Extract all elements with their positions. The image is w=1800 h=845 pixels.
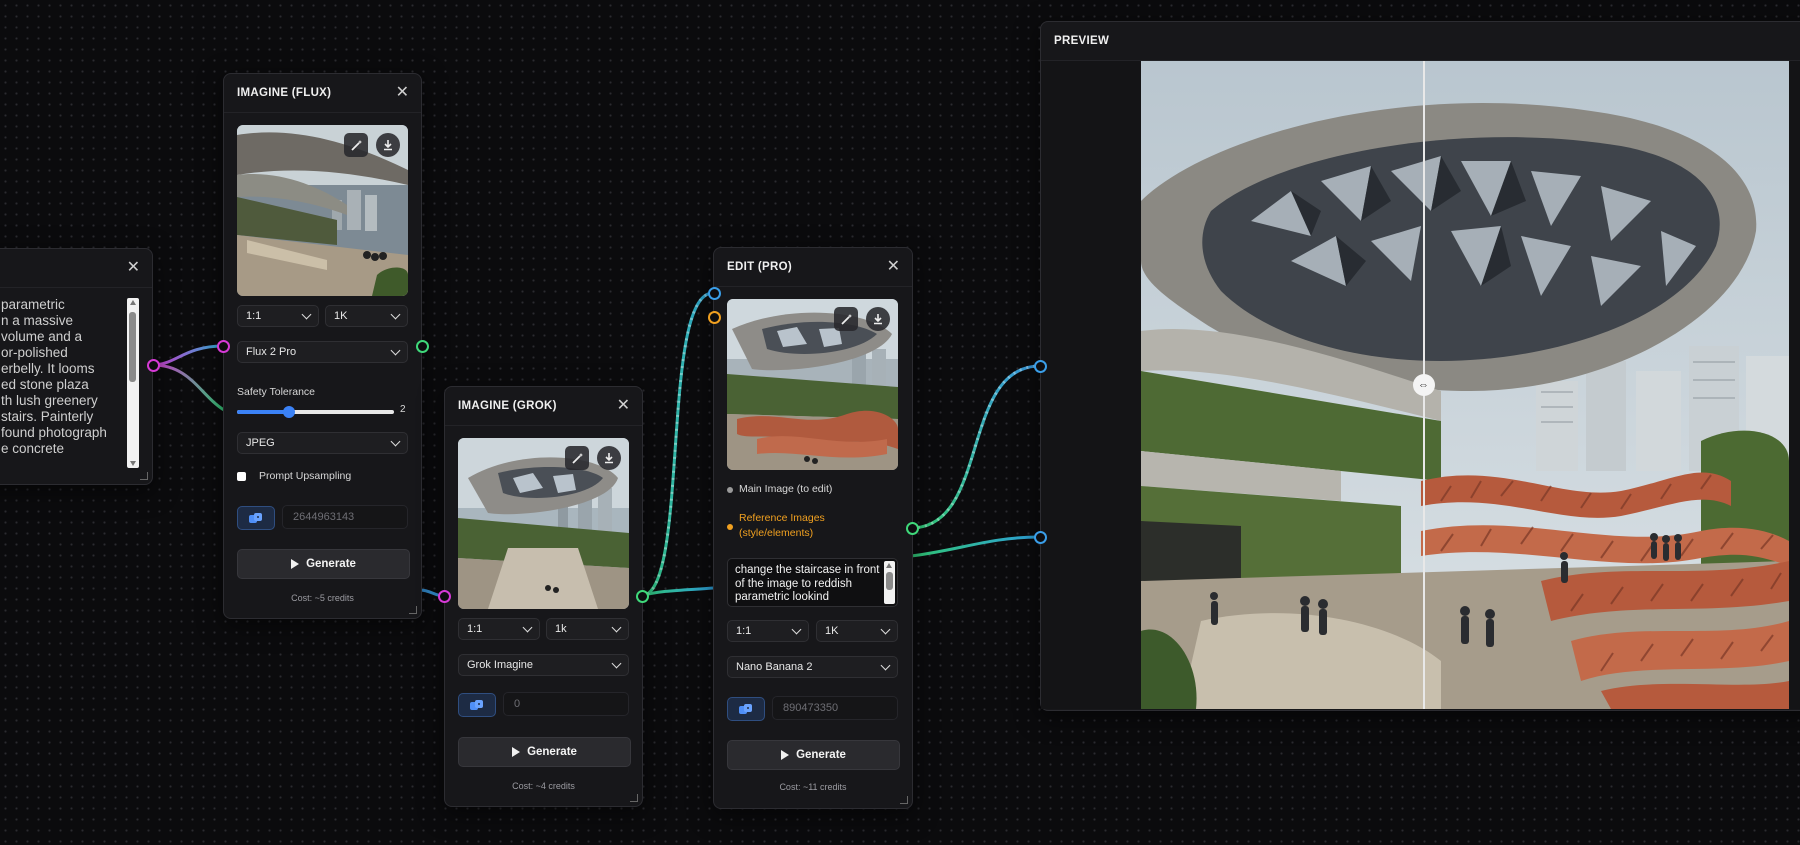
close-icon[interactable]: ✕ xyxy=(396,85,409,101)
resize-handle[interactable] xyxy=(900,796,908,804)
wire-edit-to-preview-a xyxy=(910,364,1041,530)
reference-images-label: Reference Images (style/elements) xyxy=(739,512,825,539)
resolution-select[interactable]: 1K xyxy=(325,305,408,327)
imagine-grok-node: IMAGINE (GROK) ✕ 1:1 1k Grok Imagine 0 G… xyxy=(444,386,643,807)
aspect-ratio-select[interactable]: 1:1 xyxy=(727,620,809,642)
seed-input[interactable]: 890473350 xyxy=(772,696,898,720)
node-title: IMAGINE (GROK) xyxy=(458,400,557,412)
chevron-down-icon xyxy=(880,624,891,635)
play-icon xyxy=(512,747,521,757)
wire-edit-to-preview-b xyxy=(910,535,1041,558)
model-select[interactable]: Grok Imagine xyxy=(458,654,629,676)
magic-wand-icon[interactable] xyxy=(834,307,858,331)
dice-icon[interactable] xyxy=(458,693,496,717)
magic-wand-icon[interactable] xyxy=(344,133,368,157)
node-title: IMAGINE (FLUX) xyxy=(237,87,332,99)
imagine-flux-node: IMAGINE (FLUX) ✕ 1:1 1K Flux 2 Pro Safet… xyxy=(223,73,422,619)
wire-grok-to-edit-ref xyxy=(640,586,714,598)
download-icon[interactable] xyxy=(376,133,400,157)
play-icon xyxy=(781,750,790,760)
safety-tolerance-value: 2 xyxy=(400,404,406,415)
wire-grok-to-edit-main xyxy=(640,291,714,598)
preview-input-port-b[interactable] xyxy=(1034,531,1047,544)
edit-output-port[interactable] xyxy=(906,522,919,535)
wire-prompt-to-grok xyxy=(152,363,225,412)
reference-images-dot xyxy=(727,524,733,530)
edit-pro-node: EDIT (PRO) ✕ Main Image (to edit) Refere… xyxy=(713,247,913,809)
aspect-ratio-select[interactable]: 1:1 xyxy=(237,305,319,327)
dice-icon[interactable] xyxy=(237,506,275,530)
preview-input-port-a[interactable] xyxy=(1034,360,1047,373)
model-select[interactable]: Flux 2 Pro xyxy=(237,341,408,363)
close-icon[interactable]: ✕ xyxy=(127,260,140,276)
main-image-label: Main Image (to edit) xyxy=(739,483,833,495)
grok-output-image xyxy=(458,438,629,609)
close-icon[interactable]: ✕ xyxy=(887,259,900,275)
generate-button[interactable]: Generate xyxy=(727,740,900,770)
main-image-dot xyxy=(727,487,733,493)
resize-handle[interactable] xyxy=(630,794,638,802)
aspect-ratio-select[interactable]: 1:1 xyxy=(458,618,540,640)
download-icon[interactable] xyxy=(597,446,621,470)
dice-icon[interactable] xyxy=(727,697,765,721)
prompt-text[interactable]: parametric n a massive volume and a or-p… xyxy=(1,297,121,469)
edit-reference-port[interactable] xyxy=(708,311,721,324)
cost-label: Cost: ~4 credits xyxy=(512,781,575,791)
chevron-down-icon xyxy=(611,622,622,633)
resize-handle[interactable] xyxy=(140,472,148,480)
seed-input[interactable]: 2644963143 xyxy=(282,505,408,529)
prompt-node: ✕ parametric n a massive volume and a or… xyxy=(0,248,153,485)
prompt-scrollbar[interactable] xyxy=(127,298,139,468)
download-icon[interactable] xyxy=(866,307,890,331)
cost-label: Cost: ~11 credits xyxy=(779,782,847,792)
generate-button[interactable]: Generate xyxy=(237,549,410,579)
slider-thumb[interactable] xyxy=(282,406,295,418)
comparison-image[interactable]: ⇔ xyxy=(1141,61,1789,709)
grok-output-port[interactable] xyxy=(636,590,649,603)
edit-output-image xyxy=(727,299,898,470)
edit-main-image-port[interactable] xyxy=(708,287,721,300)
play-icon xyxy=(291,559,300,569)
preview-node: PREVIEW ⇔ xyxy=(1040,21,1800,711)
cost-label: Cost: ~5 credits xyxy=(291,593,354,603)
edit-prompt-textarea[interactable]: change the staircase in front of the ima… xyxy=(727,558,898,607)
prompt-output-port[interactable] xyxy=(147,359,160,372)
flux-output-port[interactable] xyxy=(416,340,429,353)
seed-input[interactable]: 0 xyxy=(503,692,629,716)
safety-tolerance-label: Safety Tolerance xyxy=(237,386,316,398)
grok-input-port[interactable] xyxy=(438,590,451,603)
prompt-upsampling-label: Prompt Upsampling xyxy=(259,470,352,482)
textarea-scrollbar[interactable] xyxy=(884,561,895,604)
chevron-down-icon xyxy=(522,622,533,633)
resolution-select[interactable]: 1k xyxy=(546,618,629,640)
model-select[interactable]: Nano Banana 2 xyxy=(727,656,898,678)
safety-tolerance-slider[interactable] xyxy=(237,406,394,418)
chevron-down-icon xyxy=(611,658,622,669)
flux-output-image xyxy=(237,125,408,296)
chevron-down-icon xyxy=(390,345,401,356)
chevron-down-icon xyxy=(791,624,802,635)
magic-wand-icon[interactable] xyxy=(565,446,589,470)
chevron-down-icon xyxy=(390,436,401,447)
generate-button[interactable]: Generate xyxy=(458,737,631,767)
node-title: EDIT (PRO) xyxy=(727,261,792,273)
flux-input-port[interactable] xyxy=(217,340,230,353)
prompt-upsampling-checkbox[interactable] xyxy=(237,472,246,481)
chevron-down-icon xyxy=(390,309,401,320)
resize-handle[interactable] xyxy=(409,606,417,614)
wire-prompt-to-flux xyxy=(152,344,224,367)
comparison-handle-icon[interactable]: ⇔ xyxy=(1412,374,1435,396)
resolution-select[interactable]: 1K xyxy=(816,620,898,642)
close-icon[interactable]: ✕ xyxy=(617,398,630,414)
chevron-down-icon xyxy=(880,660,891,671)
format-select[interactable]: JPEG xyxy=(237,432,408,454)
chevron-down-icon xyxy=(301,309,312,320)
node-title: PREVIEW xyxy=(1054,35,1110,47)
